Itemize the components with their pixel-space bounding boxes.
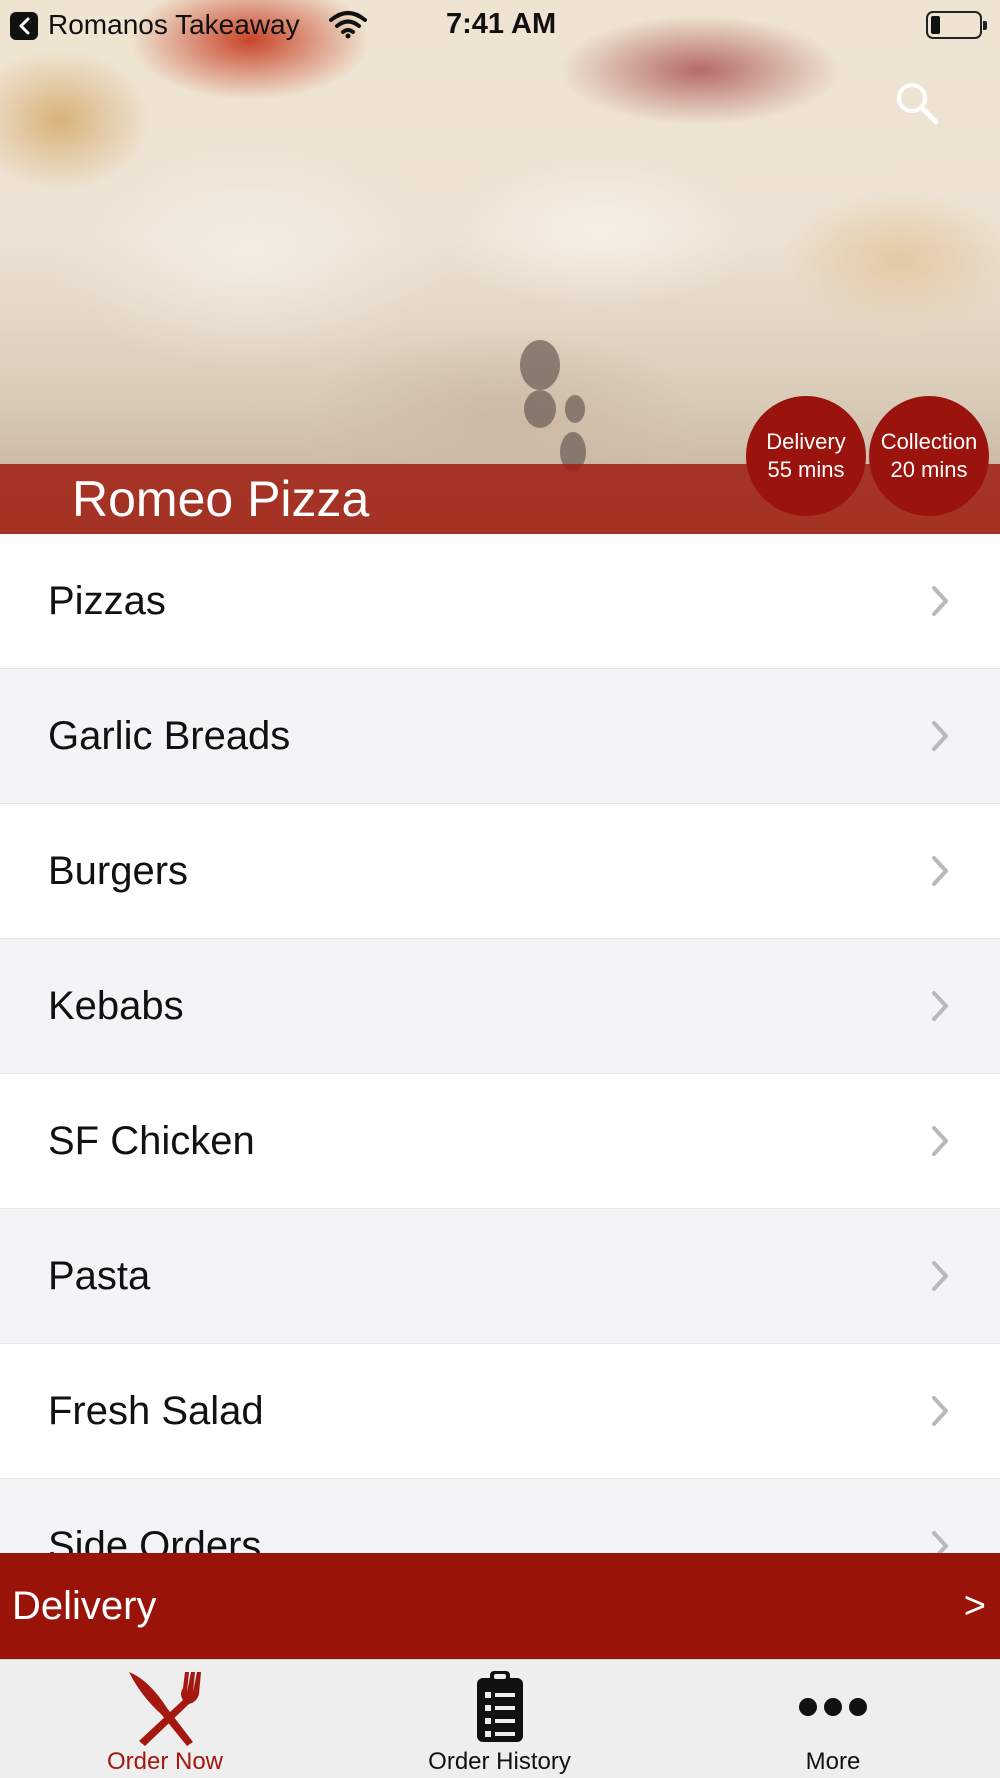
- delivery-mode-label: Delivery: [12, 1583, 157, 1628]
- search-icon[interactable]: [892, 78, 942, 133]
- delivery-time-badge: Delivery 55 mins: [746, 396, 866, 516]
- chevron-right-icon: [930, 990, 950, 1027]
- menu-item-garlic-breads[interactable]: Garlic Breads: [0, 669, 1000, 804]
- restaurant-title: Romeo Pizza: [72, 471, 370, 527]
- status-time: 7:41 AM: [446, 8, 557, 40]
- menu-item-label: Pasta: [48, 1253, 151, 1298]
- menu-item-side-orders[interactable]: Side Orders: [0, 1479, 1000, 1553]
- menu-item-label: Kebabs: [48, 983, 184, 1028]
- chevron-right-icon: [930, 855, 950, 892]
- cheese-hole: [565, 395, 585, 423]
- delivery-arrow: >: [963, 1584, 986, 1627]
- delivery-time-value: 55 mins: [767, 457, 845, 482]
- menu-item-burgers[interactable]: Burgers: [0, 804, 1000, 939]
- delivery-mode-button[interactable]: Delivery >: [0, 1553, 1000, 1659]
- tab-more[interactable]: More: [666, 1660, 1000, 1778]
- cheese-hole: [520, 340, 560, 390]
- battery-icon: [926, 11, 987, 39]
- tab-order-history[interactable]: Order History: [333, 1660, 666, 1778]
- chevron-right-icon: [930, 585, 950, 622]
- cheese-hole: [524, 390, 556, 428]
- menu-item-label: Pizzas: [48, 578, 166, 623]
- fork-knife-icon: [123, 1668, 207, 1753]
- tab-label: Order History: [428, 1748, 571, 1775]
- menu-item-label: Fresh Salad: [48, 1388, 264, 1433]
- battery-level: [931, 16, 941, 34]
- tab-label: Order Now: [106, 1748, 224, 1775]
- status-bar: Romanos Takeaway 7:41 AM: [0, 0, 1000, 52]
- menu-item-label: SF Chicken: [48, 1118, 255, 1163]
- collection-time-badge: Collection 20 mins: [869, 396, 989, 516]
- back-arrow-icon[interactable]: [10, 12, 38, 40]
- chevron-right-icon: [930, 1395, 950, 1432]
- menu-item-pizzas[interactable]: Pizzas: [0, 534, 1000, 669]
- delivery-time-label: Delivery: [766, 429, 846, 454]
- chevron-right-icon: [930, 1530, 950, 1553]
- menu-item-pasta[interactable]: Pasta: [0, 1209, 1000, 1344]
- bottom-tab-bar: Order Now Order History More: [0, 1659, 1000, 1778]
- menu-item-fresh-salad[interactable]: Fresh Salad: [0, 1344, 1000, 1479]
- wifi-icon: [328, 10, 368, 45]
- menu-item-kebabs[interactable]: Kebabs: [0, 939, 1000, 1074]
- collection-time-label: Collection: [880, 429, 978, 454]
- tab-order-now[interactable]: Order Now: [0, 1660, 330, 1778]
- more-dots-icon: [798, 1668, 868, 1751]
- chevron-right-icon: [930, 720, 950, 757]
- menu-category-list: Pizzas Garlic Breads Burgers Kebabs SF C…: [0, 534, 1000, 1553]
- chevron-right-icon: [930, 1260, 950, 1297]
- chevron-right-icon: [930, 1125, 950, 1162]
- back-app-label[interactable]: Romanos Takeaway: [48, 9, 300, 41]
- tab-label: More: [805, 1748, 861, 1775]
- menu-item-label: Side Orders: [48, 1523, 262, 1554]
- collection-time-value: 20 mins: [890, 457, 968, 482]
- menu-item-sf-chicken[interactable]: SF Chicken: [0, 1074, 1000, 1209]
- menu-item-label: Burgers: [48, 848, 189, 893]
- clipboard-icon: [473, 1668, 527, 1751]
- menu-item-label: Garlic Breads: [48, 713, 291, 758]
